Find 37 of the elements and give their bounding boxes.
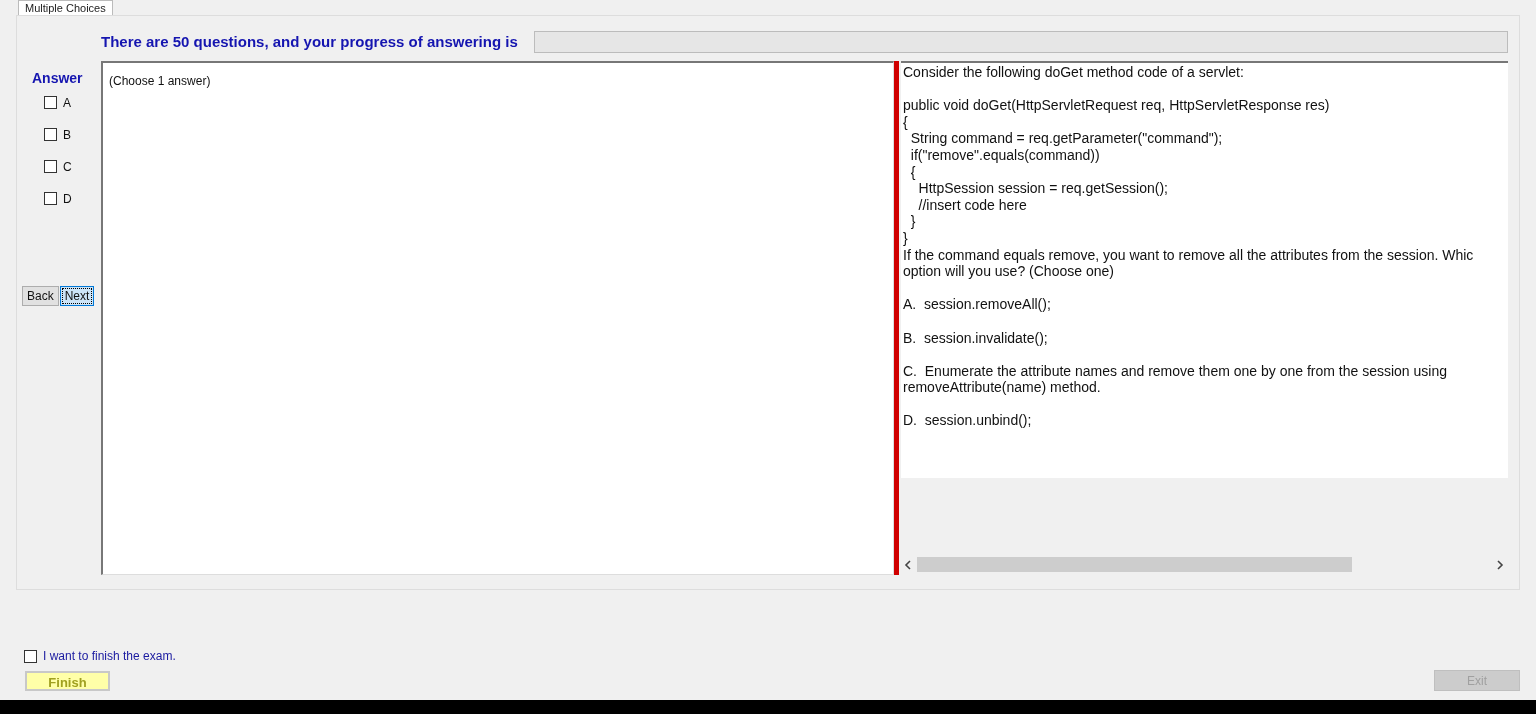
question-line: {: [909, 163, 917, 181]
option-label: A: [63, 94, 71, 112]
question-line: option will you use? (Choose one): [903, 263, 1115, 280]
question-line: A. session.removeAll();: [903, 296, 1052, 313]
tab[interactable]: Multiple Choices: [18, 0, 113, 15]
nav-button[interactable]: Next: [59, 286, 95, 306]
progress-label: There are 50 questions, and your progress of answering is: [101, 31, 518, 52]
scroll-right-icon[interactable]: [1496, 559, 1504, 570]
option-label: B: [63, 126, 71, 144]
checkbox[interactable]: [44, 192, 57, 205]
scroll-thumb[interactable]: [917, 557, 1352, 572]
question-line: //insert code here: [917, 196, 1028, 214]
checkbox[interactable]: [44, 128, 57, 141]
question-line: if("remove".equals(command)): [909, 146, 1101, 164]
question-line: D. session.unbind();: [903, 412, 1033, 430]
question-line: removeAttribute(name) method.: [903, 379, 1102, 396]
option-label: C: [63, 158, 72, 176]
question-line: }: [903, 229, 909, 247]
option-label: D: [63, 190, 72, 208]
checkbox[interactable]: [24, 649, 37, 663]
answer-box[interactable]: (Choose 1 answer): [101, 61, 894, 575]
answer-hint: (Choose 1 answer): [109, 74, 211, 88]
question-line: {: [903, 113, 909, 131]
checkbox[interactable]: [44, 160, 57, 173]
finish-confirm-label: I want to finish the exam.: [43, 648, 176, 665]
question-line: }: [909, 213, 917, 230]
question-line: public void doGet(HttpServletRequest req, HttpServletResponse res): [903, 97, 1331, 114]
question-line: B. session.invalidate();: [903, 329, 1049, 347]
question-line: If the command equals remove, you want to remove all the attributes from the session. Whic: [903, 246, 1475, 264]
question-line: Consider the following doGet method code of a servlet:: [903, 64, 1245, 81]
question-line: C. Enumerate the attribute names and remove them one by one from the session using: [903, 362, 1448, 380]
answer-title: Answer: [32, 69, 84, 88]
question-line: String command = req.getParameter("command");: [909, 130, 1224, 147]
nav-button[interactable]: Back: [22, 286, 59, 306]
question-line: HttpSession session = req.getSession();: [917, 180, 1169, 197]
checkbox[interactable]: [44, 96, 57, 109]
scroll-left-icon[interactable]: [904, 559, 912, 570]
